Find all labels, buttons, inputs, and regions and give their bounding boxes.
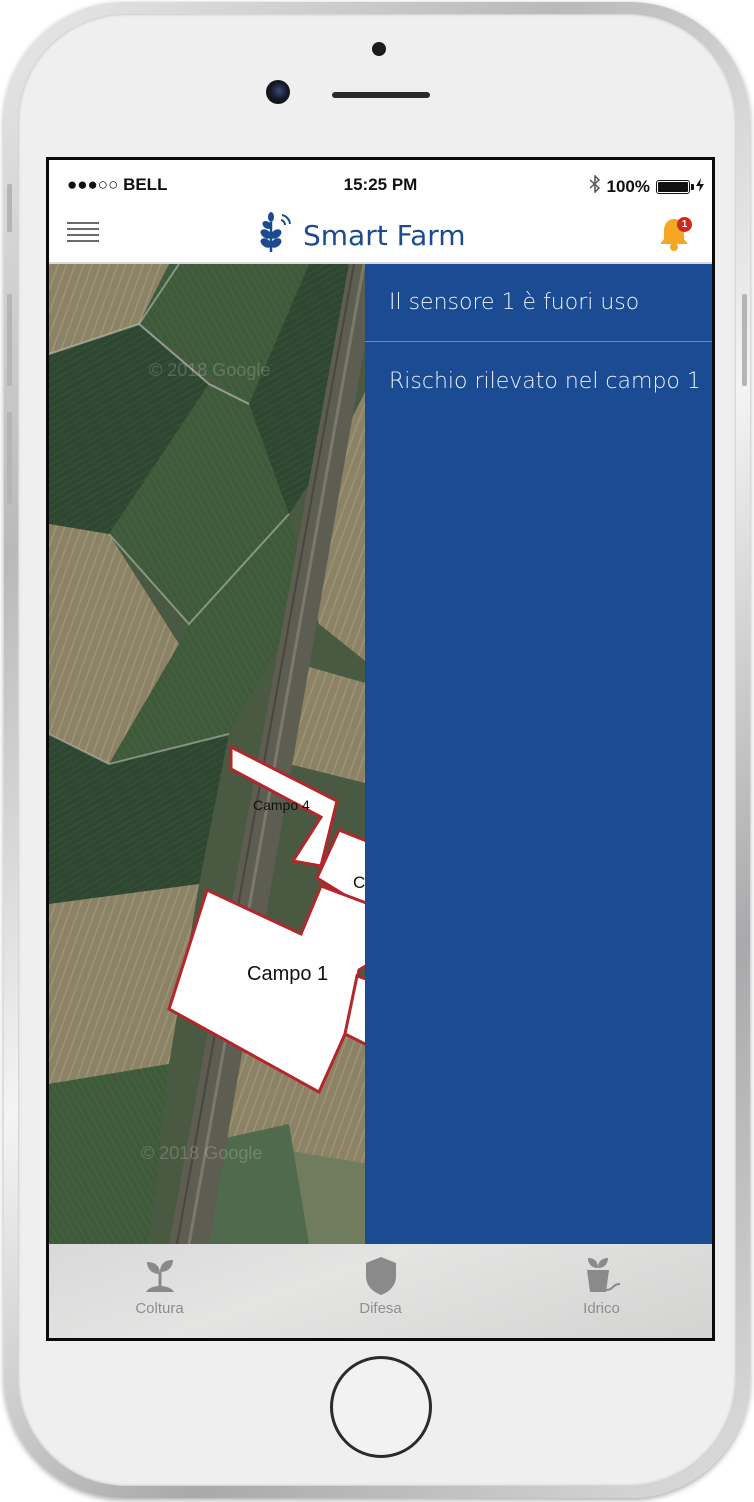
field-label-campo-4: Campo 4 <box>253 797 310 813</box>
mute-switch <box>7 184 12 232</box>
charging-icon <box>696 177 704 197</box>
volume-up-button <box>7 294 12 386</box>
app-brand: Smart Farm <box>257 212 466 259</box>
sprout-icon <box>140 1254 180 1299</box>
wheat-wifi-logo-icon <box>257 212 295 259</box>
proximity-sensor <box>372 42 386 56</box>
power-button <box>742 294 747 386</box>
map-watermark: © 2018 Google <box>149 360 270 380</box>
volume-down-button <box>7 412 12 504</box>
map-watermark-2: © 2018 Google <box>141 1143 262 1163</box>
tab-label: Idrico <box>583 1300 620 1317</box>
battery-icon <box>656 179 694 194</box>
tab-label: Coltura <box>135 1300 184 1317</box>
nav-bar: Smart Farm 1 <box>49 206 712 264</box>
tab-idrico[interactable]: Idrico <box>491 1244 712 1338</box>
home-button[interactable] <box>330 1356 432 1458</box>
notification-item[interactable]: Rischio rilevato nel campo 1 <box>365 342 712 420</box>
battery-percent: 100% <box>606 176 650 196</box>
tab-label: Difesa <box>359 1300 402 1317</box>
hamburger-menu-icon[interactable] <box>67 222 99 248</box>
notification-panel: Il sensore 1 è fuori uso Rischio rilevat… <box>365 264 712 1244</box>
bluetooth-icon <box>589 174 601 198</box>
front-camera <box>266 80 290 104</box>
tab-bar: Coltura Difesa Idrico <box>49 1244 712 1338</box>
field-label-campo-1: Campo 1 <box>247 963 328 985</box>
notification-item[interactable]: Il sensore 1 è fuori uso <box>365 264 712 342</box>
notification-badge: 1 <box>677 217 692 232</box>
shield-icon <box>361 1254 401 1303</box>
phone-screen: ●●●○○ BELL 15:25 PM 100% Smart Farm 1 © … <box>46 157 715 1341</box>
earpiece-speaker <box>332 92 430 98</box>
tab-difesa[interactable]: Difesa <box>270 1244 491 1338</box>
app-title: Smart Farm <box>303 219 466 252</box>
tab-coltura[interactable]: Coltura <box>49 1244 270 1338</box>
status-bar: ●●●○○ BELL 15:25 PM 100% <box>49 160 712 210</box>
status-right: 100% <box>589 174 704 198</box>
plant-pot-irrigation-icon <box>580 1254 624 1303</box>
notification-bell-icon[interactable]: 1 <box>654 214 694 254</box>
